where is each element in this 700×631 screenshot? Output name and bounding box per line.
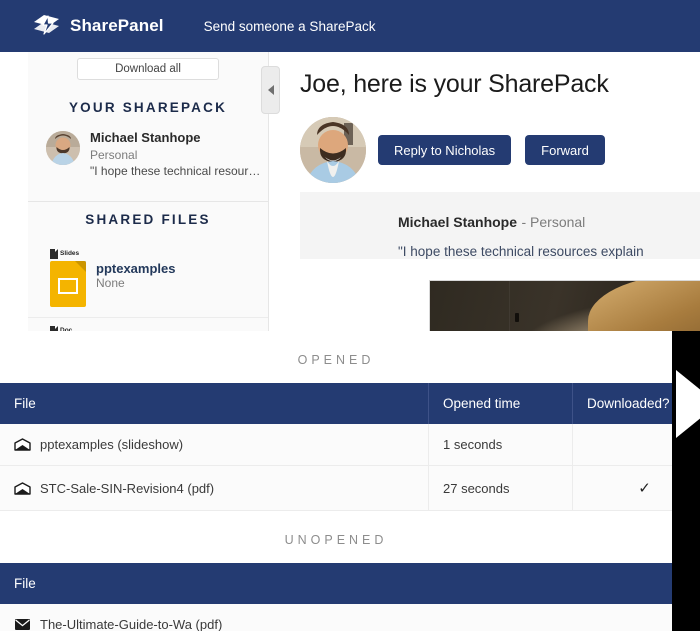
sharepanel-logo-icon: [32, 13, 62, 39]
nav-send-sharepack-link[interactable]: Send someone a SharePack: [204, 19, 376, 34]
google-slides-icon: [50, 260, 86, 307]
sharepack-heading: YOUR SHAREPACK: [68, 100, 228, 115]
brand[interactable]: SharePanel: [32, 13, 164, 39]
message-inner: Michael Stanhope - Personal "I hope thes…: [300, 214, 700, 259]
file-label: pptexamples (slideshow): [40, 437, 184, 452]
shared-file-item[interactable]: Slides pptexamples None: [28, 241, 268, 318]
stats-overlay-panel: OPENED File Opened time Downloaded? ppte…: [0, 331, 672, 631]
cell-opened-time: 1 seconds: [428, 424, 573, 466]
opened-section-label: OPENED: [297, 353, 375, 367]
message-sender-name: Michael Stanhope: [398, 214, 518, 230]
unopened-section-label: UNOPENED: [284, 533, 388, 547]
video-wall-marker: [514, 313, 519, 323]
sender-note: "I hope these technical resour…: [90, 163, 261, 178]
table-header-row: File Opened time Downloaded?: [0, 383, 672, 424]
action-row: Reply to Nicholas Forward: [269, 99, 700, 183]
cell-downloaded: [572, 424, 672, 466]
column-header-file: File: [0, 563, 672, 604]
page-glyph-icon: [50, 248, 58, 259]
cell-downloaded: ✓: [572, 465, 672, 511]
page-title: Joe, here is your SharePack: [300, 70, 609, 98]
file-label: The-Ultimate-Guide-to-Wa (pdf): [40, 617, 223, 631]
sidebar-collapse-handle[interactable]: [261, 66, 280, 114]
sender-avatar: [46, 131, 80, 165]
table-row[interactable]: The-Ultimate-Guide-to-Wa (pdf): [0, 604, 672, 631]
cell-file: pptexamples (slideshow): [0, 424, 429, 466]
top-navbar: SharePanel Send someone a SharePack: [0, 0, 700, 52]
cell-file: STC-Sale-SIN-Revision4 (pdf): [0, 465, 429, 511]
table-header-row: File: [0, 563, 672, 604]
message-body: "I hope these technical resources explai…: [398, 244, 644, 259]
message-sender-org: - Personal: [521, 214, 586, 230]
file-name: pptexamples: [96, 260, 176, 276]
table-row[interactable]: pptexamples (slideshow) 1 seconds: [0, 424, 672, 466]
sender-name: Michael Stanhope: [90, 130, 201, 145]
brand-name: SharePanel: [70, 16, 164, 35]
chevron-left-icon: [267, 85, 274, 95]
download-all-wrapper: Download all: [28, 52, 268, 90]
file-icon-wrapper: Slides: [50, 248, 96, 307]
message-card: Michael Stanhope - Personal "I hope thes…: [300, 192, 700, 452]
shared-files-heading: SHARED FILES: [85, 211, 211, 227]
envelope-open-icon: [14, 438, 31, 451]
sender-org: Personal: [90, 147, 138, 162]
cell-file: The-Ultimate-Guide-to-Wa (pdf): [0, 604, 672, 631]
column-header-file: File: [0, 383, 429, 424]
sidebar-sender-block[interactable]: Michael Stanhope Personal "I hope these …: [28, 129, 268, 201]
file-label: STC-Sale-SIN-Revision4 (pdf): [40, 480, 215, 496]
sender-meta: Michael Stanhope Personal "I hope these …: [90, 129, 260, 179]
unopened-files-table: File The-Ultimate-Guide-to-Wa (pdf): [0, 563, 672, 631]
google-slides-badge: Slides: [50, 248, 96, 259]
file-subtitle: None: [96, 275, 125, 290]
table-row[interactable]: STC-Sale-SIN-Revision4 (pdf) 27 seconds …: [0, 465, 672, 511]
forward-button[interactable]: Forward: [525, 135, 605, 165]
file-badge-label: Slides: [60, 250, 80, 258]
play-button-icon[interactable]: [676, 370, 700, 438]
cell-opened-time: 27 seconds: [428, 465, 573, 511]
opened-files-table: File Opened time Downloaded? pptexamples…: [0, 383, 672, 511]
recipient-avatar: [300, 117, 366, 183]
download-all-button[interactable]: Download all: [77, 58, 219, 80]
column-header-opened-time: Opened time: [428, 383, 573, 424]
reply-button[interactable]: Reply to Nicholas: [378, 135, 512, 165]
message-header: Michael Stanhope - Personal: [398, 214, 700, 232]
column-header-downloaded: Downloaded?: [572, 383, 672, 424]
file-meta: pptexamples None: [96, 249, 175, 307]
envelope-open-icon: [14, 481, 31, 495]
envelope-closed-icon: [14, 618, 31, 631]
